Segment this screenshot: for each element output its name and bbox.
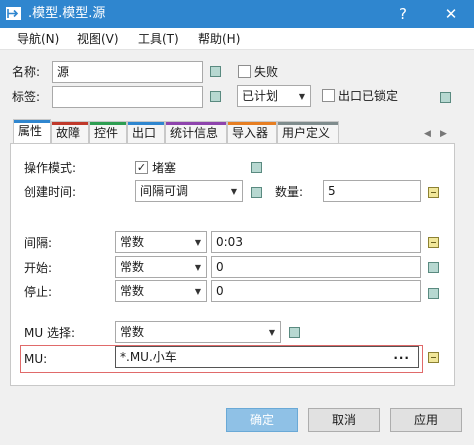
quantity-formula-marker[interactable] [428,187,439,198]
tab-failures[interactable]: 故障 [51,121,89,143]
menu-tools[interactable]: 工具(T) [138,31,179,47]
close-button[interactable]: ✕ [440,4,462,24]
exit-locked-checkbox[interactable] [322,89,335,102]
tab-color-bar [128,122,164,125]
creation-time-label: 创建时间: [24,185,77,199]
help-button[interactable]: ? [392,4,414,24]
tab-label: 统计信息 [170,126,219,140]
mu-formula-marker[interactable] [428,352,439,363]
quantity-label: 数量: [275,185,304,199]
tab-label: 用户定义 [282,126,331,140]
mu-selection-inherit-marker[interactable] [289,327,300,338]
creation-time-value: 间隔可调 [140,184,189,198]
creation-time-inherit-marker[interactable] [251,187,262,198]
tab-attributes[interactable]: 属性 [13,119,51,144]
ok-button[interactable]: 确定 [226,408,298,432]
tag-label: 标签: [12,90,41,104]
browse-button[interactable]: ... [393,347,410,363]
name-label: 名称: [12,65,41,79]
exit-locked-inherit-marker[interactable] [440,92,451,103]
mu-selection-label: MU 选择: [24,326,75,340]
tab-color-bar [166,122,226,125]
chevron-down-icon: ▼ [230,187,237,196]
interval-type-dropdown[interactable]: 常数 ▼ [115,231,207,253]
check-icon: ✓ [136,161,147,174]
name-inherit-marker[interactable] [210,66,221,77]
app-icon [6,7,21,20]
interval-type-value: 常数 [120,235,145,249]
chevron-down-icon: ▼ [298,92,305,101]
blocked-inherit-marker[interactable] [251,162,262,173]
stop-label: 停止: [24,285,53,299]
tab-label: 出口 [132,126,157,140]
interval-formula-marker[interactable] [428,237,439,248]
plan-dropdown[interactable]: 已计划 ▼ [237,85,311,107]
tag-inherit-marker[interactable] [210,91,221,102]
mu-selection-dropdown[interactable]: 常数 ▼ [115,321,281,343]
tab-color-bar [52,122,88,125]
mu-value: *.MU.小车 [120,350,177,364]
tab-scroll-left-icon[interactable]: ◀ [424,126,431,142]
exit-locked-label: 出口已锁定 [338,89,399,103]
tab-controls[interactable]: 控件 [89,121,127,143]
start-inherit-marker[interactable] [428,262,439,273]
plan-value: 已计划 [242,89,279,103]
tab-statistics[interactable]: 统计信息 [165,121,227,143]
operation-mode-label: 操作模式: [24,161,77,175]
blocked-label: 堵塞 [152,161,177,175]
apply-button[interactable]: 应用 [390,408,462,432]
tab-label: 导入器 [232,126,269,140]
stop-type-value: 常数 [120,284,145,298]
tab-color-bar [278,122,338,125]
mu-label: MU: [24,352,48,366]
tab-importer[interactable]: 导入器 [227,121,277,143]
failed-label: 失败 [254,65,279,79]
chevron-down-icon: ▼ [194,238,201,247]
mu-field[interactable]: *.MU.小车 ... [115,346,419,368]
tab-scroll-right-icon[interactable]: ▶ [440,126,447,142]
tab-user-defined[interactable]: 用户定义 [277,121,339,143]
tab-color-bar [90,122,126,125]
tab-label: 属性 [18,124,43,138]
tag-field[interactable] [52,86,203,108]
tab-label: 故障 [56,126,81,140]
blocked-checkbox[interactable]: ✓ [135,161,148,174]
menu-help[interactable]: 帮助(H) [198,31,240,47]
menu-view[interactable]: 视图(V) [77,31,119,47]
tab-label: 控件 [94,126,119,140]
interval-label: 间隔: [24,236,53,250]
window-title: .模型.模型.源 [28,6,106,21]
stop-inherit-marker[interactable] [428,288,439,299]
stop-type-dropdown[interactable]: 常数 ▼ [115,280,207,302]
mu-selection-value: 常数 [120,325,145,339]
start-type-dropdown[interactable]: 常数 ▼ [115,256,207,278]
creation-time-dropdown[interactable]: 间隔可调 ▼ [135,180,243,202]
stop-field[interactable]: 0 [211,280,421,302]
cancel-button[interactable]: 取消 [308,408,380,432]
start-label: 开始: [24,261,53,275]
tab-exit[interactable]: 出口 [127,121,165,143]
start-field[interactable]: 0 [211,256,421,278]
tab-color-bar [14,120,50,123]
chevron-down-icon: ▼ [194,287,201,296]
failed-checkbox[interactable] [238,65,251,78]
tab-color-bar [228,122,276,125]
quantity-field[interactable]: 5 [323,180,421,202]
name-field[interactable]: 源 [52,61,203,83]
chevron-down-icon: ▼ [194,263,201,272]
start-type-value: 常数 [120,260,145,274]
chevron-down-icon: ▼ [268,328,275,337]
interval-field[interactable]: 0:03 [211,231,421,253]
menu-navigate[interactable]: 导航(N) [17,31,59,47]
